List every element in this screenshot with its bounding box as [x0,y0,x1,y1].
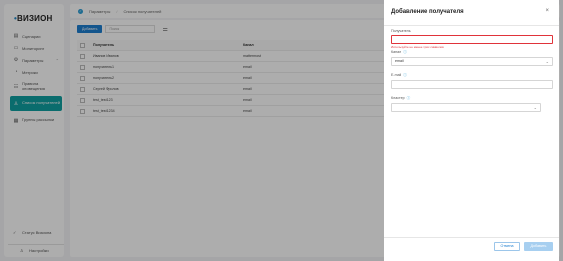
cluster-select[interactable]: ⌄ [391,103,541,112]
chevron-down-icon: ⌄ [533,105,537,110]
email-input[interactable] [391,80,553,89]
recipient-label: Получатель [391,29,411,33]
drawer-title: Добавление получателя [391,9,464,15]
close-icon[interactable]: × [545,8,549,14]
email-label: E-mail ⓘ [391,73,407,77]
channel-label: Канал ⓘ [391,50,407,54]
drawer-header-divider [384,25,559,26]
info-icon[interactable]: ⓘ [403,73,407,77]
add-recipient-button[interactable]: Добавить [524,242,553,251]
cancel-button[interactable]: Отмена [494,242,520,251]
drawer-footer-divider [384,237,559,238]
info-icon[interactable]: ⓘ [403,50,407,54]
cluster-label: Кластер ⓘ [391,96,411,100]
channel-select[interactable]: email ⌄ [391,57,553,66]
info-icon[interactable]: ⓘ [407,96,411,100]
chevron-down-icon: ⌄ [545,59,549,64]
add-recipient-drawer: Добавление получателя × Получатель Испол… [384,0,559,261]
recipient-error: Используйте не менее трёх символов [391,45,444,49]
recipient-input[interactable] [391,35,553,44]
